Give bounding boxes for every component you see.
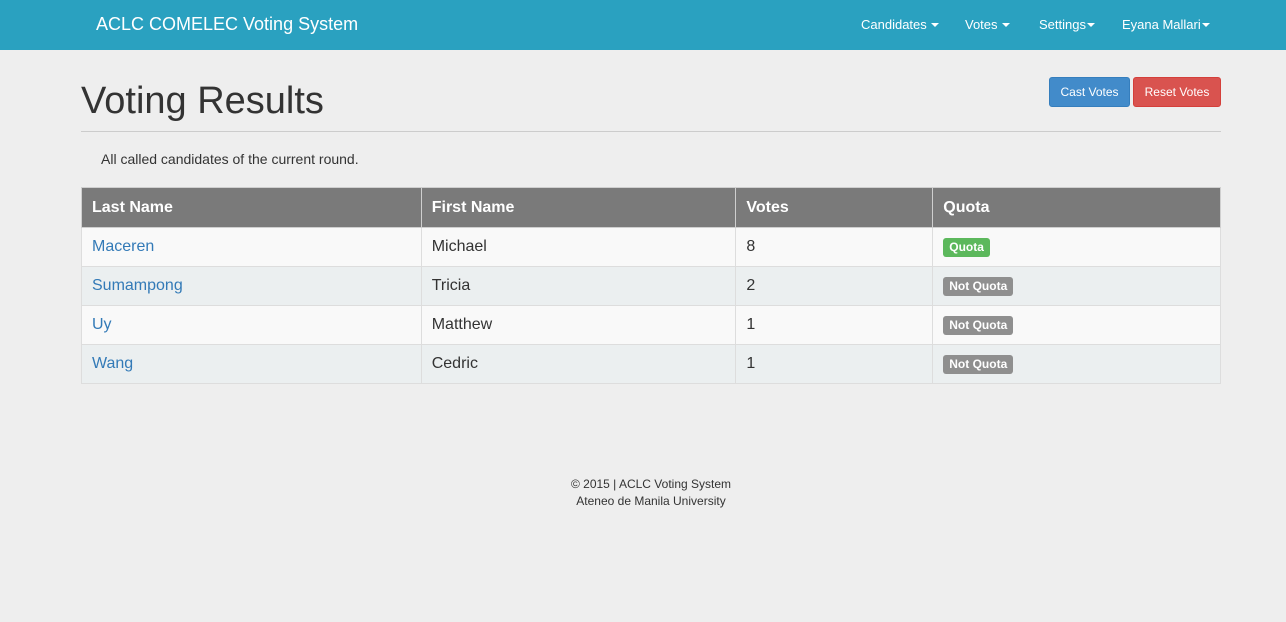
votes-cell: 1 (735, 305, 934, 345)
last-name-cell: Sumampong (81, 266, 422, 306)
not-quota-badge: Not Quota (943, 354, 1014, 374)
column-header-votes: Votes (735, 187, 934, 228)
last-name-cell: Uy (81, 305, 422, 345)
candidate-link[interactable]: Sumampong (92, 277, 183, 294)
results-description: All called candidates of the current rou… (101, 151, 359, 167)
table-row: Maceren Michael 8 Quota (81, 227, 1221, 267)
header-divider (81, 131, 1221, 132)
quota-cell: Not Quota (932, 266, 1221, 306)
nav-settings-label: Settings (1039, 17, 1086, 32)
quota-cell: Quota (932, 227, 1221, 267)
nav-menu: Candidates Votes Settings Eyana Mallari (0, 17, 1286, 33)
candidate-link[interactable]: Wang (92, 355, 133, 372)
first-name-cell: Michael (420, 227, 737, 267)
top-navbar: ACLC COMELEC Voting System Candidates Vo… (0, 0, 1286, 50)
caret-down-icon (1086, 22, 1095, 27)
footer-copyright: © 2015 | ACLC Voting System (570, 477, 732, 491)
nav-votes-label: Votes (965, 17, 998, 32)
nav-candidates-dropdown[interactable]: Candidates (861, 17, 939, 32)
nav-votes-dropdown[interactable]: Votes (965, 17, 1010, 32)
candidate-link[interactable]: Maceren (92, 238, 154, 255)
caret-down-icon (930, 22, 939, 27)
nav-candidates-label: Candidates (861, 17, 927, 32)
caret-down-icon (1001, 22, 1010, 27)
page-footer: © 2015 | ACLC Voting System Ateneo de Ma… (0, 476, 1286, 510)
column-header-first-name: First Name (420, 187, 737, 228)
not-quota-badge: Not Quota (943, 315, 1014, 335)
column-header-quota: Quota (932, 187, 1221, 228)
quota-cell: Not Quota (932, 305, 1221, 345)
quota-cell: Not Quota (932, 344, 1221, 384)
votes-cell: 1 (735, 344, 934, 384)
table-row: Uy Matthew 1 Not Quota (81, 305, 1221, 345)
nav-user-dropdown[interactable]: Eyana Mallari (1122, 17, 1210, 32)
footer-university: Ateneo de Manila University (576, 494, 726, 508)
reset-votes-button[interactable]: Reset Votes (1133, 77, 1221, 107)
page-title: Voting Results (81, 80, 324, 122)
nav-user-label: Eyana Mallari (1122, 17, 1201, 32)
nav-settings-dropdown[interactable]: Settings (1039, 17, 1095, 32)
table-row: Wang Cedric 1 Not Quota (81, 344, 1221, 384)
quota-badge: Quota (943, 237, 990, 257)
votes-cell: 2 (735, 266, 934, 306)
first-name-cell: Tricia (420, 266, 737, 306)
column-header-last-name: Last Name (81, 187, 422, 228)
table-row: Sumampong Tricia 2 Not Quota (81, 266, 1221, 306)
last-name-cell: Wang (81, 344, 422, 384)
candidate-link[interactable]: Uy (92, 316, 112, 333)
votes-cell: 8 (735, 227, 934, 267)
results-table: Last Name First Name Votes Quota Maceren… (81, 187, 1221, 384)
first-name-cell: Cedric (420, 344, 737, 384)
cast-votes-button[interactable]: Cast Votes (1049, 77, 1130, 107)
table-header-row: Last Name First Name Votes Quota (81, 187, 1221, 228)
not-quota-badge: Not Quota (943, 276, 1014, 296)
first-name-cell: Matthew (420, 305, 737, 345)
caret-down-icon (1201, 22, 1210, 27)
last-name-cell: Maceren (81, 227, 422, 267)
